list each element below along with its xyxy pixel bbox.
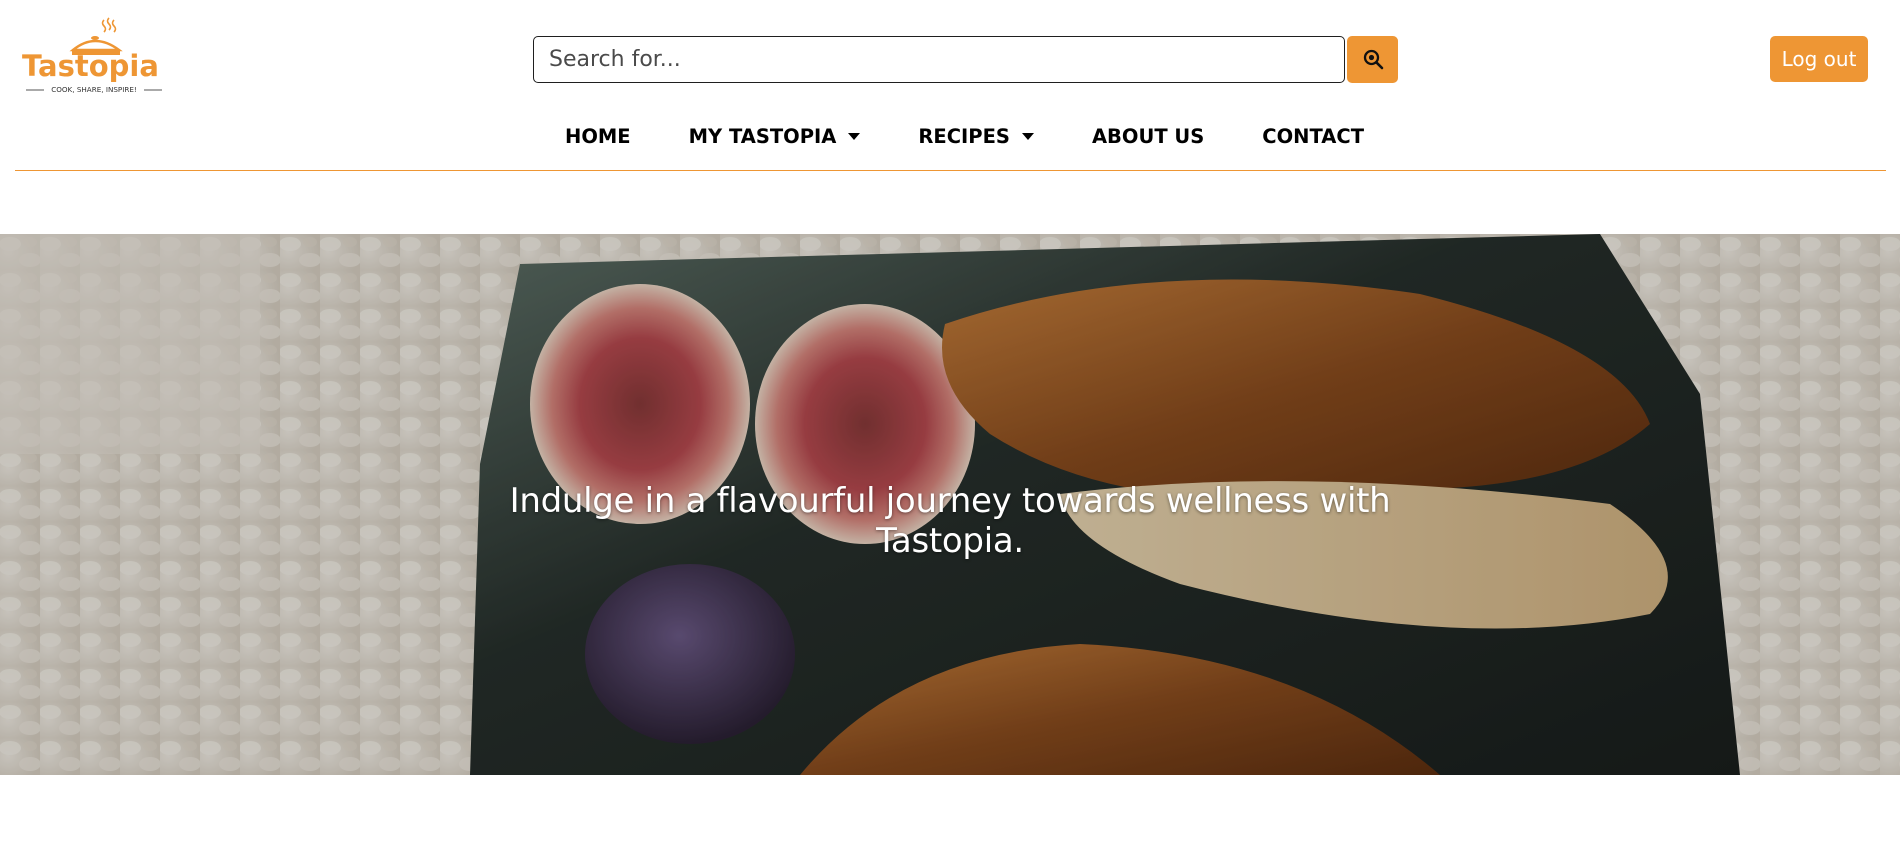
hero-banner: Indulge in a flavourful journey towards … <box>0 234 1900 775</box>
nav-recipes-label: RECIPES <box>918 124 1010 148</box>
nav-contact-label: CONTACT <box>1262 124 1364 148</box>
nav-recipes[interactable]: RECIPES <box>918 125 1034 148</box>
logo-tagline: COOK, SHARE, INSPIRE! <box>51 85 137 94</box>
nav-about-us[interactable]: ABOUT US <box>1092 125 1204 148</box>
logo-image: Tastopia COOK, SHARE, INSPIRE! <box>22 17 162 94</box>
site-logo[interactable]: Tastopia COOK, SHARE, INSPIRE! <box>18 14 168 98</box>
caret-down-icon <box>1021 132 1034 140</box>
nav-my-tastopia-label: MY TASTOPIA <box>688 124 837 148</box>
search-button[interactable] <box>1347 35 1398 83</box>
search-icon <box>1363 49 1383 70</box>
nav-about-us-label: ABOUT US <box>1091 124 1205 148</box>
nav-contact[interactable]: CONTACT <box>1262 125 1364 148</box>
main-nav: HOME MY TASTOPIA RECIPES ABOUT US CONTAC… <box>565 120 1364 152</box>
nav-my-tastopia[interactable]: MY TASTOPIA <box>689 125 861 148</box>
hero-headline: Indulge in a flavourful journey towards … <box>509 481 1391 561</box>
search-bar <box>533 35 1398 83</box>
header-divider <box>15 170 1886 171</box>
search-input[interactable] <box>533 35 1345 83</box>
nav-home-label: HOME <box>565 124 631 148</box>
nav-home[interactable]: HOME <box>565 125 631 148</box>
logout-button[interactable]: Log out <box>1770 36 1868 82</box>
logo-wordmark: Tastopia <box>22 49 159 83</box>
caret-down-icon <box>848 132 861 140</box>
